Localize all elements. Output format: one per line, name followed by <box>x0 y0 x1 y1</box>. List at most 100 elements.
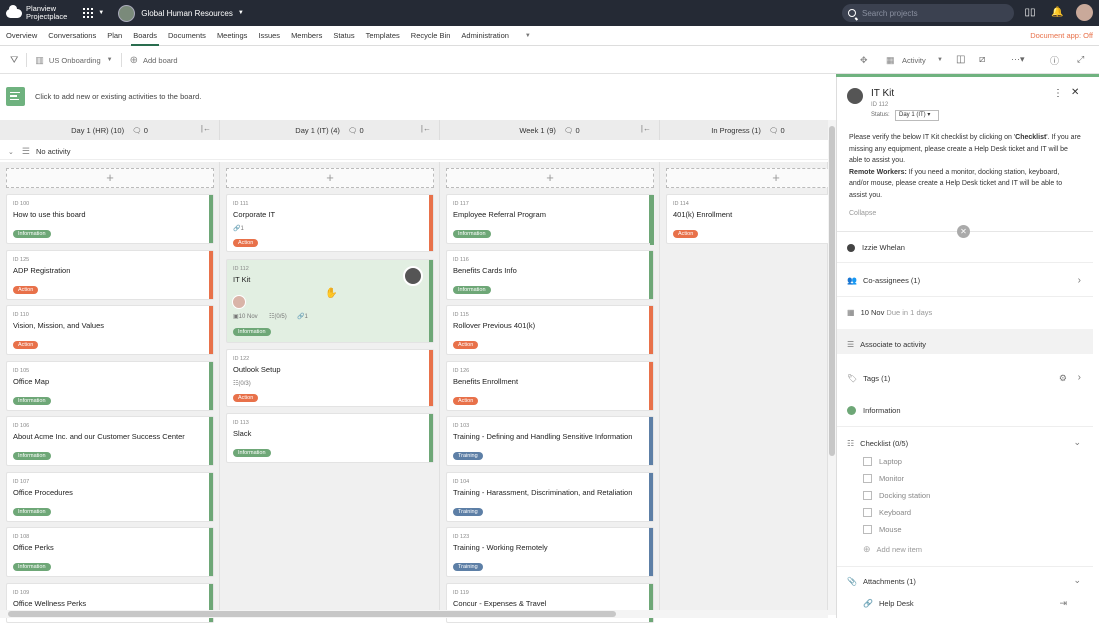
chevron-right-icon[interactable]: › <box>1078 275 1081 286</box>
board-selector[interactable]: US Onboarding <box>49 56 101 65</box>
document-app-toggle[interactable]: Document app: Off <box>1030 31 1093 40</box>
card[interactable]: ID 113 Slack Information <box>226 413 434 463</box>
card[interactable]: ID 125 ADP Registration Action <box>6 250 214 300</box>
horizontal-scrollbar[interactable] <box>0 610 828 618</box>
menu-documents[interactable]: Documents <box>168 26 206 46</box>
column-header[interactable]: Day 1 (IT) (4) 🗨 0 |← <box>220 120 440 140</box>
checklist-item[interactable]: Docking station <box>863 491 930 500</box>
collapse-column-icon[interactable]: |← <box>641 124 651 133</box>
checklist-header[interactable]: ☷ Checklist (0/5) <box>847 439 908 448</box>
checklist-item[interactable]: Monitor <box>863 474 904 483</box>
card[interactable]: ID 100 How to use this board Information <box>6 194 214 244</box>
menu-issues[interactable]: Issues <box>258 26 280 46</box>
gear-icon[interactable]: ⚙ <box>1059 373 1067 384</box>
due-date-row[interactable]: ▦ 10 Nov Due in 1 days <box>847 308 932 317</box>
card[interactable]: ID 105 Office Map Information <box>6 361 214 411</box>
checklist-item[interactable]: Laptop <box>863 457 902 466</box>
add-item-button[interactable]: ⊕ Add new item <box>863 544 922 555</box>
filter-icon[interactable]: ⛛ <box>10 55 18 66</box>
chevron-down-icon[interactable]: ⌄ <box>8 148 14 156</box>
bell-icon[interactable]: 🔔 <box>1051 7 1063 19</box>
card[interactable]: ID 110 Vision, Mission, and Values Action <box>6 305 214 355</box>
assignee-row[interactable]: Izzie Whelan <box>847 243 905 252</box>
checklist-item[interactable]: Mouse <box>863 525 902 534</box>
add-card-button[interactable]: + <box>6 168 214 188</box>
activity-title[interactable]: IT Kit <box>871 88 894 99</box>
assignee-avatar[interactable] <box>847 88 863 104</box>
expand-icon[interactable]: ⤢ <box>1077 54 1084 65</box>
split-view-icon[interactable]: ◫ <box>956 54 965 65</box>
menu-overview[interactable]: Overview <box>6 26 37 46</box>
card[interactable]: ID 117 Employee Referral Program Informati… <box>446 194 654 244</box>
menu-members[interactable]: Members <box>291 26 322 46</box>
collapse-link[interactable]: Collapse <box>849 210 876 217</box>
coassignees-row[interactable]: 👥 Co-assignees (1) <box>847 276 920 285</box>
menu-recycle-bin[interactable]: Recycle Bin <box>411 26 451 46</box>
menu-conversations[interactable]: Conversations <box>48 26 96 46</box>
card[interactable]: ID 104 Training - Harassment, Discriminat… <box>446 472 654 522</box>
user-avatar[interactable] <box>1076 4 1093 21</box>
checkbox[interactable] <box>863 474 872 483</box>
card[interactable]: ID 103 Training - Defining and Handling S… <box>446 416 654 466</box>
card[interactable]: ID 126 Benefits Enrollment Action <box>446 361 654 411</box>
app-switcher-button[interactable]: ▼ <box>83 8 104 18</box>
coassignee-avatar[interactable] <box>232 295 246 309</box>
menu-administration[interactable]: Administration <box>461 26 509 46</box>
more-icon[interactable]: ···▾ <box>1011 54 1025 65</box>
chevron-down-icon[interactable]: ⌄ <box>1073 437 1081 448</box>
checkbox[interactable] <box>863 508 872 517</box>
chevron-down-icon[interactable]: ▼ <box>525 33 531 39</box>
add-activity-icon[interactable] <box>6 86 25 106</box>
card[interactable]: ID 122 Outlook Setup ☷(0/3) Action <box>226 349 434 407</box>
book-icon[interactable]: ▯▯ <box>1024 7 1036 19</box>
add-activities-bar[interactable]: Click to add new or existing activities … <box>0 84 836 108</box>
card[interactable]: ID 116 Benefits Cards Info Information <box>446 250 654 300</box>
open-external-icon[interactable]: ⇥ <box>1059 598 1067 609</box>
status-dropdown[interactable]: Day 1 (IT) ▾ <box>895 110 939 121</box>
collapse-column-icon[interactable]: |← <box>201 124 211 133</box>
add-board-icon[interactable]: ⊕ <box>130 55 138 66</box>
column-header[interactable]: Day 1 (HR) (10) 🗨 0 |← <box>0 120 220 140</box>
search-input[interactable]: Search projects <box>842 4 1014 22</box>
project-switcher[interactable]: Global Human Resources ▼ <box>118 4 244 22</box>
checkbox[interactable] <box>863 491 872 500</box>
add-board-button[interactable]: Add board <box>143 56 178 65</box>
close-circle-icon[interactable]: ✕ <box>957 225 970 238</box>
card[interactable]: ID 106 About Acme Inc. and our Customer S… <box>6 416 214 466</box>
add-card-button[interactable]: + <box>446 168 654 188</box>
help-icon[interactable]: ⓘ <box>1050 54 1059 67</box>
associate-link[interactable]: ☰ Associate to activity <box>847 340 926 349</box>
close-icon[interactable]: ✕ <box>1071 87 1079 98</box>
chart-icon[interactable]: ⧄ <box>979 54 985 65</box>
menu-status[interactable]: Status <box>333 26 354 46</box>
attachment-item[interactable]: 🔗 Help Desk <box>863 599 914 608</box>
more-vertical-icon[interactable]: ⋮ <box>1053 88 1063 99</box>
checkbox[interactable] <box>863 457 872 466</box>
add-card-button[interactable]: + <box>226 168 434 188</box>
menu-meetings[interactable]: Meetings <box>217 26 247 46</box>
assignee-avatar[interactable] <box>403 266 423 286</box>
tags-row[interactable]: 🏷 Tags (1) <box>847 374 890 383</box>
chevron-down-icon[interactable]: ⌄ <box>1073 575 1081 586</box>
card[interactable]: ID 123 Training - Working Remotely Trainin… <box>446 527 654 577</box>
chevron-down-icon[interactable]: ▼ <box>107 57 113 63</box>
column-header[interactable]: In Progress (1) 🗨 0 <box>660 120 836 140</box>
checklist-item[interactable]: Keyboard <box>863 508 911 517</box>
menu-plan[interactable]: Plan <box>107 26 122 46</box>
column-header[interactable]: Week 1 (9) 🗨 0 |← <box>440 120 660 140</box>
menu-boards[interactable]: Boards <box>131 26 159 46</box>
checkbox[interactable] <box>863 525 872 534</box>
card[interactable]: ID 111 Corporate IT 🔗1 Action <box>226 194 434 252</box>
column-comments: 0 <box>143 125 148 135</box>
chevron-right-icon[interactable]: › <box>1078 372 1081 383</box>
card[interactable]: ID 108 Office Perks Information <box>6 527 214 577</box>
card[interactable]: ID 115 Rollover Previous 401(k) Action <box>446 305 654 355</box>
no-activity-row[interactable]: ⌄ ☰ No activity <box>0 144 836 160</box>
vertical-scrollbar[interactable] <box>828 120 836 615</box>
card[interactable]: ID 107 Office Procedures Information <box>6 472 214 522</box>
attachments-header[interactable]: 📎 Attachments (1) <box>847 577 916 586</box>
collapse-column-icon[interactable]: |← <box>421 124 431 133</box>
planview-logo[interactable]: Planview Projectplace <box>6 4 67 21</box>
menu-templates[interactable]: Templates <box>366 26 400 46</box>
card-selected[interactable]: ID 112 IT Kit ▣10 Nov ☷(0/5) 🔗1 Informati… <box>226 259 434 343</box>
